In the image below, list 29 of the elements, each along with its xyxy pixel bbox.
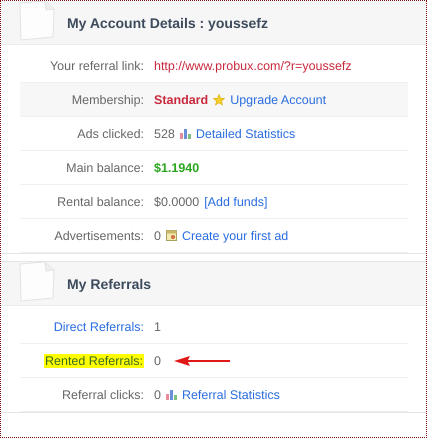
calendar-icon [166, 230, 177, 241]
field-label: Your referral link: [50, 58, 144, 72]
field-value: 528 [154, 126, 175, 140]
balance-value: $1.1940 [154, 160, 200, 174]
field-value: $0.0000 [154, 194, 200, 208]
statistics-link[interactable]: Referral Statistics [182, 388, 280, 402]
field-label: Ads clicked: [77, 126, 144, 140]
star-icon [213, 94, 226, 106]
referral-link[interactable]: http://www.probux.com/?r=youssefz [154, 58, 352, 72]
bar-chart-icon [180, 128, 191, 138]
field-value: 0 [154, 354, 161, 368]
membership-value: Standard [154, 92, 208, 106]
section-title: My Account Details : youssefz [67, 14, 268, 30]
field-label: Referral clicks: [62, 388, 144, 402]
upgrade-link[interactable]: Upgrade Account [230, 92, 326, 106]
field-label: Rented Referrals: [44, 354, 144, 368]
field-value: 1 [154, 320, 161, 334]
bar-chart-icon [166, 390, 177, 400]
referrals-link[interactable]: Direct Referrals: [54, 320, 144, 334]
statistics-link[interactable]: Detailed Statistics [196, 126, 296, 140]
section-title: My Referrals [67, 276, 152, 292]
create-ad-link[interactable]: Create your first ad [182, 228, 288, 242]
field-label: Rental balance: [57, 194, 144, 208]
add-funds-link[interactable]: [Add funds] [204, 194, 268, 208]
field-label: Main balance: [66, 160, 144, 174]
field-label: Membership: [72, 92, 144, 106]
field-value: 0 [154, 388, 161, 402]
field-value: 0 [154, 228, 161, 242]
field-label: Advertisements: [54, 228, 144, 242]
